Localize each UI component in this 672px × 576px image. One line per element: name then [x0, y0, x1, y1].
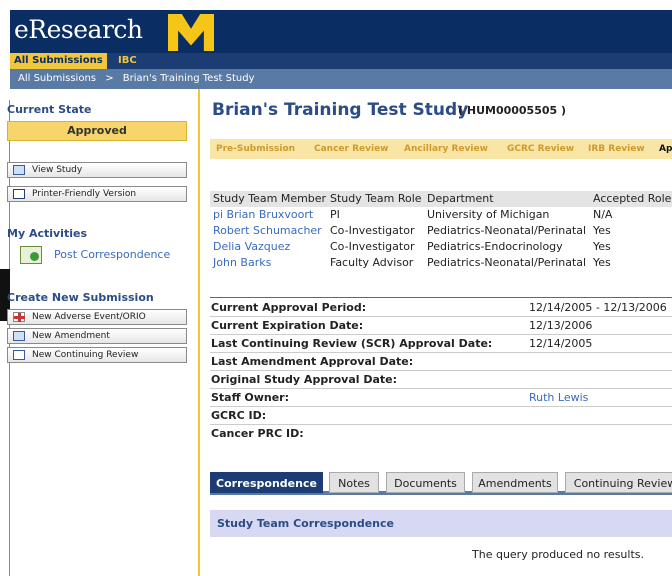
member-link[interactable]: John Barks	[213, 255, 271, 271]
member-role: Faculty Advisor	[330, 256, 414, 269]
printer-icon	[13, 189, 25, 199]
member-department: University of Michigan	[427, 208, 550, 221]
tab-ibc[interactable]: IBC	[114, 53, 141, 69]
new-amendment-label: New Amendment	[32, 331, 110, 341]
workflow-stage-bar: Pre-Submission Cancer Review Ancillary R…	[210, 139, 672, 159]
current-state-heading: Current State	[7, 103, 92, 116]
correspondence-heading: Study Team Correspondence	[210, 510, 672, 537]
post-correspondence-link[interactable]: Post Correspondence	[54, 248, 170, 261]
member-link[interactable]: Delia Vazquez	[213, 239, 290, 255]
detail-row: Cancer PRC ID:	[210, 425, 672, 443]
new-continuing-review-button[interactable]: New Continuing Review	[7, 347, 187, 363]
view-study-label: View Study	[32, 165, 83, 175]
member-role: PI	[330, 208, 340, 221]
member-department: Pediatrics-Neonatal/Perinatal	[427, 224, 587, 237]
detail-value: 12/14/2005 - 12/13/2006	[529, 301, 667, 314]
detail-label: Current Expiration Date:	[211, 319, 364, 332]
stage-approved: Ap	[659, 144, 672, 154]
tab-notes[interactable]: Notes	[329, 472, 379, 493]
create-submission-heading: Create New Submission	[7, 291, 154, 304]
detail-row: Last Continuing Review (SCR) Approval Da…	[210, 335, 672, 353]
new-adverse-label: New Adverse Event/ORIO	[32, 312, 146, 322]
detail-row: Original Study Approval Date:	[210, 371, 672, 389]
col-accepted: Accepted Role	[593, 192, 672, 205]
tab-continuing-review[interactable]: Continuing Review	[565, 472, 672, 493]
detail-row: Current Approval Period: 12/14/2005 - 12…	[210, 299, 672, 317]
new-amendment-button[interactable]: New Amendment	[7, 328, 187, 344]
tab-all-submissions[interactable]: All Submissions	[10, 53, 107, 69]
study-id: ( HUM00005505 )	[458, 104, 567, 117]
details-divider	[210, 297, 672, 298]
team-table-header: Study Team Member Study Team Role Depart…	[210, 191, 672, 207]
member-link[interactable]: Robert Schumacher	[213, 223, 322, 239]
stage-cancer-review: Cancer Review	[314, 144, 389, 154]
detail-label: Last Continuing Review (SCR) Approval Da…	[211, 337, 493, 350]
stage-irb-review: IRB Review	[588, 144, 645, 154]
new-continuing-label: New Continuing Review	[32, 350, 139, 360]
medical-cross-icon	[13, 312, 25, 322]
col-member: Study Team Member	[213, 192, 327, 205]
tab-correspondence[interactable]: Correspondence	[210, 472, 323, 493]
table-row: Delia Vazquez Co-Investigator Pediatrics…	[210, 239, 672, 255]
detail-row: Last Amendment Approval Date:	[210, 353, 672, 371]
no-results-message: The query produced no results.	[472, 548, 644, 561]
view-study-button[interactable]: View Study	[7, 162, 187, 178]
detail-row: GCRC ID:	[210, 407, 672, 425]
col-role: Study Team Role	[330, 192, 422, 205]
breadcrumb-separator: >	[105, 73, 114, 84]
member-accepted: N/A	[593, 208, 613, 221]
table-row: Robert Schumacher Co-Investigator Pediat…	[210, 223, 672, 239]
bottom-tab-bar: Correspondence Notes Documents Amendment…	[210, 471, 672, 495]
tab-documents[interactable]: Documents	[386, 472, 465, 493]
detail-label: Current Approval Period:	[211, 301, 367, 314]
detail-value: 12/14/2005	[529, 337, 593, 350]
detail-label: Cancer PRC ID:	[211, 427, 304, 440]
printer-friendly-button[interactable]: Printer-Friendly Version	[7, 186, 187, 202]
table-row: pi Brian Bruxvoort PI University of Mich…	[210, 207, 672, 223]
member-accepted: Yes	[593, 256, 611, 269]
breadcrumb-current: Brian's Training Test Study	[122, 73, 255, 84]
detail-label: Staff Owner:	[211, 391, 289, 404]
detail-value: 12/13/2006	[529, 319, 593, 332]
detail-label: GCRC ID:	[211, 409, 267, 422]
col-department: Department	[427, 192, 494, 205]
breadcrumb: All Submissions > Brian's Training Test …	[10, 69, 672, 89]
member-department: Pediatrics-Neonatal/Perinatal	[427, 256, 587, 269]
table-row: John Barks Faculty Advisor Pediatrics-Ne…	[210, 255, 672, 271]
member-accepted: Yes	[593, 224, 611, 237]
member-accepted: Yes	[593, 240, 611, 253]
stage-ancillary-review: Ancillary Review	[404, 144, 488, 154]
member-role: Co-Investigator	[330, 240, 415, 253]
tab-amendments[interactable]: Amendments	[472, 472, 558, 493]
stage-gcrc-review: GCRC Review	[507, 144, 575, 154]
app-logo-text: eResearch	[14, 15, 143, 44]
top-tab-bar: All Submissions IBC	[10, 53, 672, 69]
detail-row: Staff Owner: Ruth Lewis	[210, 389, 672, 407]
app-header: eResearch	[10, 10, 672, 53]
window-icon	[13, 331, 25, 341]
breadcrumb-all-submissions[interactable]: All Submissions	[18, 73, 96, 84]
new-adverse-event-button[interactable]: New Adverse Event/ORIO	[7, 309, 187, 325]
window-icon	[13, 165, 25, 175]
member-role: Co-Investigator	[330, 224, 415, 237]
correspondence-icon	[20, 246, 42, 264]
detail-label: Last Amendment Approval Date:	[211, 355, 414, 368]
member-department: Pediatrics-Endocrinology	[427, 240, 563, 253]
university-m-logo	[168, 14, 214, 51]
magnifier-icon	[13, 350, 25, 360]
printer-friendly-label: Printer-Friendly Version	[32, 189, 137, 199]
member-link[interactable]: pi Brian Bruxvoort	[213, 207, 313, 223]
page-title: Brian's Training Test Study	[212, 100, 469, 120]
stage-pre-submission: Pre-Submission	[216, 144, 296, 154]
detail-row: Current Expiration Date: 12/13/2006	[210, 317, 672, 335]
my-activities-heading: My Activities	[7, 227, 87, 240]
state-badge: Approved	[7, 121, 187, 141]
detail-label: Original Study Approval Date:	[211, 373, 398, 386]
staff-owner-link[interactable]: Ruth Lewis	[529, 389, 588, 407]
